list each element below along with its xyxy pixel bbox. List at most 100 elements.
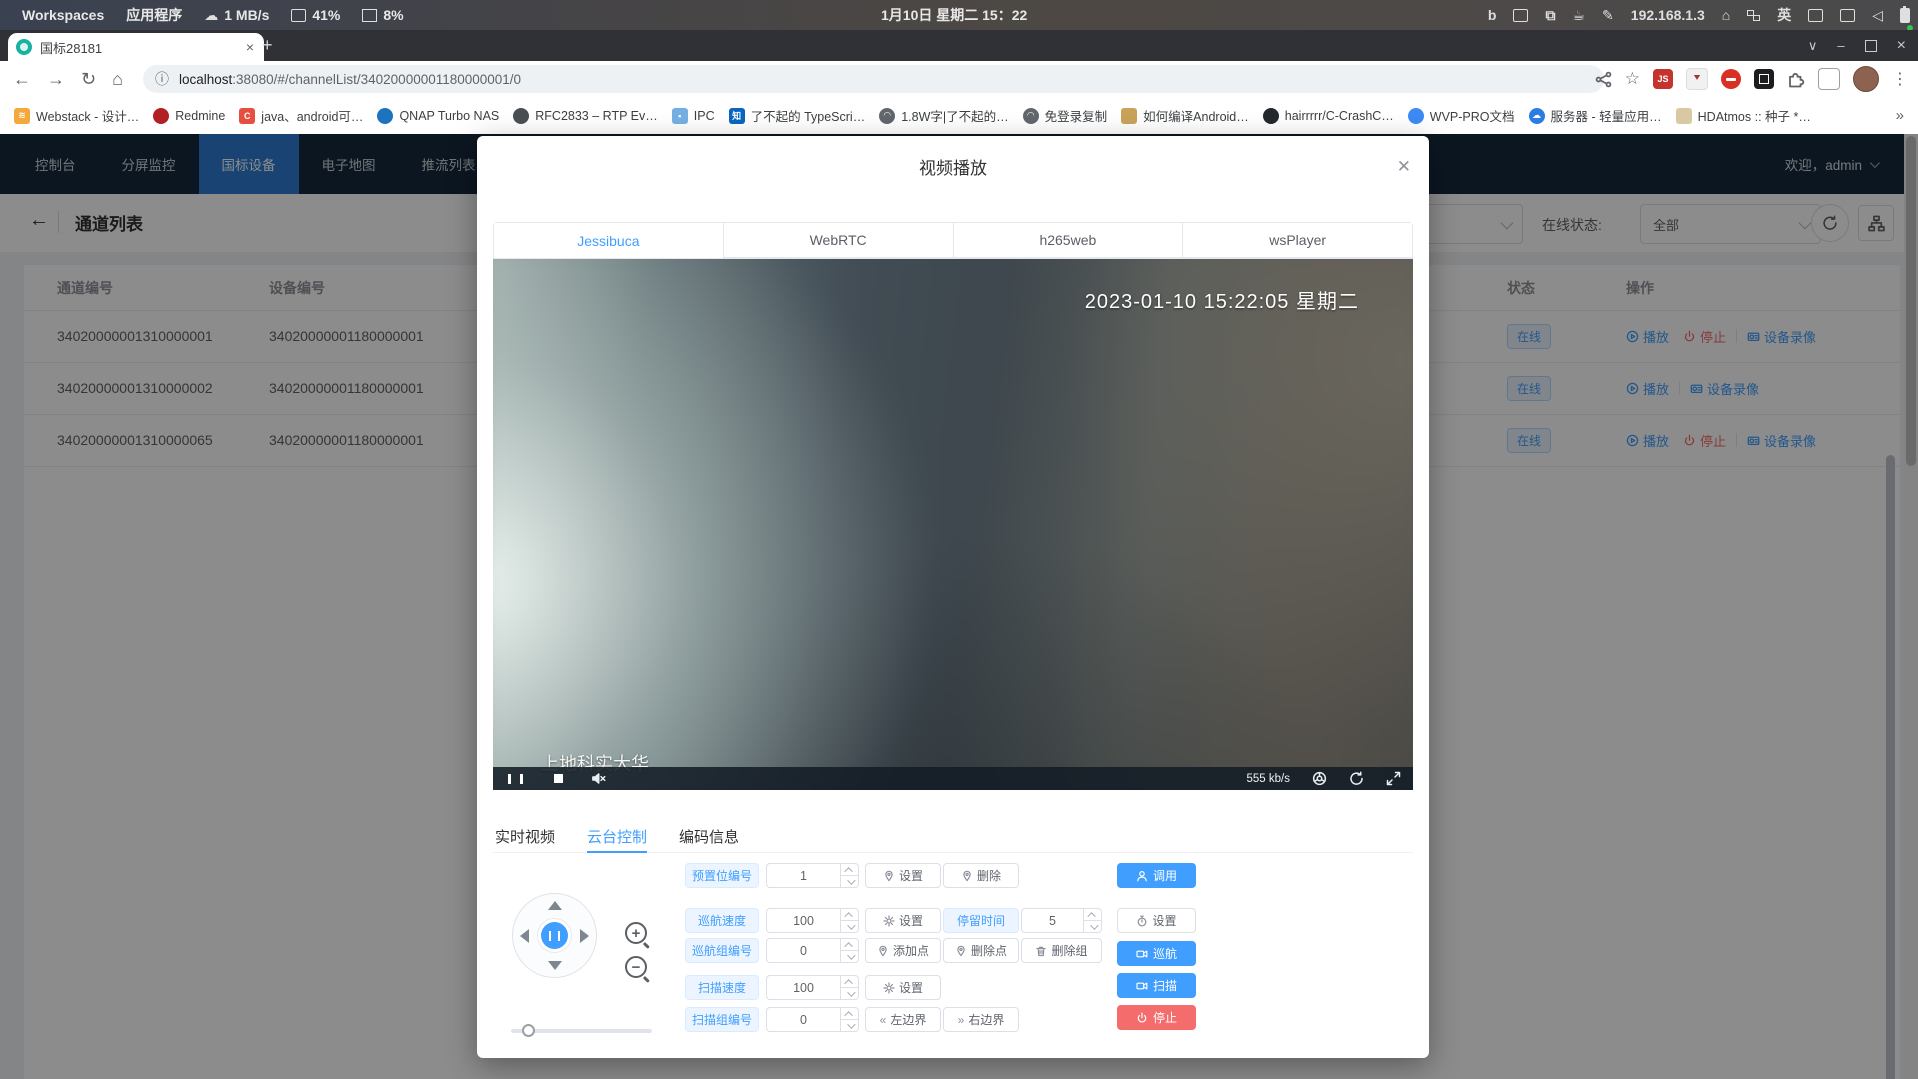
ptz-action-button[interactable]: 调用: [1117, 863, 1196, 888]
detail-tab-1[interactable]: 实时视频: [495, 820, 555, 852]
zoom-in-button[interactable]: +: [625, 922, 647, 944]
ptz-number-input[interactable]: 1: [766, 863, 859, 888]
ptz-speed-slider[interactable]: [511, 1024, 652, 1038]
ptz-button[interactable]: 设置: [865, 975, 941, 1000]
detail-tab-3[interactable]: 编码信息: [679, 820, 739, 852]
bookmarks-overflow-icon[interactable]: »: [1896, 107, 1904, 124]
bookmark-item[interactable]: Cjava、android可…: [239, 106, 363, 125]
volume-icon[interactable]: ◁: [1872, 7, 1883, 24]
bookmark-star-icon[interactable]: ☆: [1625, 69, 1640, 89]
ptz-button[interactable]: 设置: [865, 863, 941, 888]
share-icon[interactable]: [1595, 71, 1612, 88]
workspaces-label[interactable]: Workspaces: [22, 7, 104, 23]
tab-close-icon[interactable]: ×: [244, 39, 256, 55]
bookmark-item[interactable]: ◠1.8W字|了不起的…: [879, 106, 1008, 125]
stepper-down-icon[interactable]: [841, 1019, 858, 1031]
profile-avatar[interactable]: [1853, 66, 1879, 92]
phone-link-icon[interactable]: [1808, 9, 1823, 22]
maximize-button[interactable]: [1865, 40, 1877, 52]
minimize-button[interactable]: –: [1837, 38, 1844, 53]
stop-icon[interactable]: [554, 774, 563, 783]
ptz-button[interactable]: »右边界: [943, 1007, 1019, 1032]
browser-menu-icon[interactable]: ⋮: [1892, 69, 1908, 89]
bookmark-item[interactable]: RFC2833 – RTP Ev…: [513, 108, 658, 124]
stepper-up-icon[interactable]: [841, 864, 858, 875]
ptz-number-input[interactable]: 5: [1021, 908, 1102, 933]
bookmark-item[interactable]: HDAtmos :: 种子 *…: [1676, 106, 1811, 125]
close-window-button[interactable]: ×: [1897, 37, 1906, 55]
ptz-button[interactable]: 添加点: [865, 938, 941, 963]
ptz-action-button[interactable]: 停止: [1117, 1005, 1196, 1030]
clipboard-icon[interactable]: ⧉: [1545, 7, 1555, 24]
ptz-direction-pad[interactable]: [512, 893, 597, 978]
player-tab-webrtc[interactable]: WebRTC: [724, 223, 954, 258]
bookmark-item[interactable]: Redmine: [153, 108, 225, 124]
ptz-action-button[interactable]: 扫描: [1117, 973, 1196, 998]
network-speed[interactable]: ☁1 MB/s: [204, 7, 269, 24]
slider-thumb[interactable]: [522, 1024, 535, 1037]
player-tab-h265web[interactable]: h265web: [954, 223, 1184, 258]
ptz-down-icon[interactable]: [548, 961, 562, 970]
stepper-down-icon[interactable]: [841, 920, 858, 932]
bookmark-item[interactable]: 知了不起的 TypeScri…: [729, 106, 866, 125]
ptz-button[interactable]: 删除点: [943, 938, 1019, 963]
screenshot-icon[interactable]: [1513, 9, 1528, 22]
tab-search-caret-icon[interactable]: ∨: [1808, 38, 1818, 54]
stepper-up-icon[interactable]: [841, 976, 858, 987]
input-method-indicator[interactable]: 英: [1777, 5, 1791, 25]
cpu-usage[interactable]: 41%: [291, 7, 340, 23]
stepper-down-icon[interactable]: [1084, 920, 1101, 932]
player-tab-jessibuca[interactable]: Jessibuca: [494, 223, 724, 258]
extension-light-icon[interactable]: [1818, 68, 1840, 90]
stepper-up-icon[interactable]: [841, 939, 858, 950]
extension-js-icon[interactable]: JS: [1653, 69, 1673, 89]
ptz-number-input[interactable]: 0: [766, 1007, 859, 1032]
ptz-button[interactable]: 删除组: [1021, 938, 1102, 963]
back-icon[interactable]: ←: [13, 69, 31, 90]
ptz-up-icon[interactable]: [548, 901, 562, 910]
bookmark-item[interactable]: 如何编译Android…: [1121, 106, 1249, 125]
ptz-number-input[interactable]: 100: [766, 975, 859, 1000]
player-tab-wsplayer[interactable]: wsPlayer: [1183, 223, 1412, 258]
pause-icon[interactable]: [508, 774, 523, 784]
stepper-down-icon[interactable]: [841, 875, 858, 887]
dialog-close-icon[interactable]: ✕: [1397, 158, 1411, 175]
detail-tab-2[interactable]: 云台控制: [587, 820, 647, 852]
ptz-button[interactable]: 删除: [943, 863, 1019, 888]
bookmark-item[interactable]: WVP-PRO文档: [1408, 106, 1515, 125]
new-tab-button[interactable]: +: [262, 36, 273, 54]
player-refresh-icon[interactable]: [1349, 771, 1364, 786]
stepper-up-icon[interactable]: [841, 909, 858, 920]
browser-tab[interactable]: 国标28181 ×: [8, 33, 264, 61]
forward-icon[interactable]: →: [47, 69, 65, 90]
extension-wine-icon[interactable]: [1686, 68, 1708, 90]
ptz-button[interactable]: 设置: [865, 908, 941, 933]
pipette-icon[interactable]: ✎: [1602, 7, 1614, 24]
stepper-up-icon[interactable]: [841, 1008, 858, 1019]
stepper-up-icon[interactable]: [1084, 909, 1101, 920]
ptz-button[interactable]: «左边界: [865, 1007, 941, 1032]
bookmark-item[interactable]: QNAP Turbo NAS: [377, 108, 499, 124]
site-info-icon[interactable]: ⓘ: [155, 69, 169, 89]
ptz-number-input[interactable]: 100: [766, 908, 859, 933]
bookmark-item[interactable]: ≋Webstack - 设计…: [14, 106, 139, 125]
ptz-action-button[interactable]: 巡航: [1117, 941, 1196, 966]
battery-icon[interactable]: [1900, 8, 1910, 23]
extension-blocker-icon[interactable]: [1721, 69, 1741, 89]
reload-icon[interactable]: ↻: [81, 69, 96, 90]
bookmark-item[interactable]: hairrrrr/C-CrashC…: [1263, 108, 1394, 124]
bookmark-item[interactable]: ▪IPC: [672, 108, 715, 124]
bookmark-item[interactable]: ☁服务器 - 轻量应用…: [1529, 106, 1662, 125]
ptz-center-button[interactable]: [537, 918, 572, 953]
applications-menu[interactable]: 应用程序: [126, 5, 182, 25]
home-icon[interactable]: ⌂: [1722, 7, 1730, 23]
stepper-down-icon[interactable]: [841, 950, 858, 962]
workspace-grid-icon[interactable]: [1747, 10, 1760, 21]
ptz-number-input[interactable]: 0: [766, 938, 859, 963]
ptz-left-icon[interactable]: [520, 929, 529, 943]
stepper-down-icon[interactable]: [841, 987, 858, 999]
coffee-icon[interactable]: ☕: [1572, 7, 1585, 24]
display-icon[interactable]: [1840, 9, 1855, 22]
fullscreen-icon[interactable]: [1386, 771, 1401, 786]
ip-address[interactable]: 192.168.1.3: [1631, 7, 1705, 23]
